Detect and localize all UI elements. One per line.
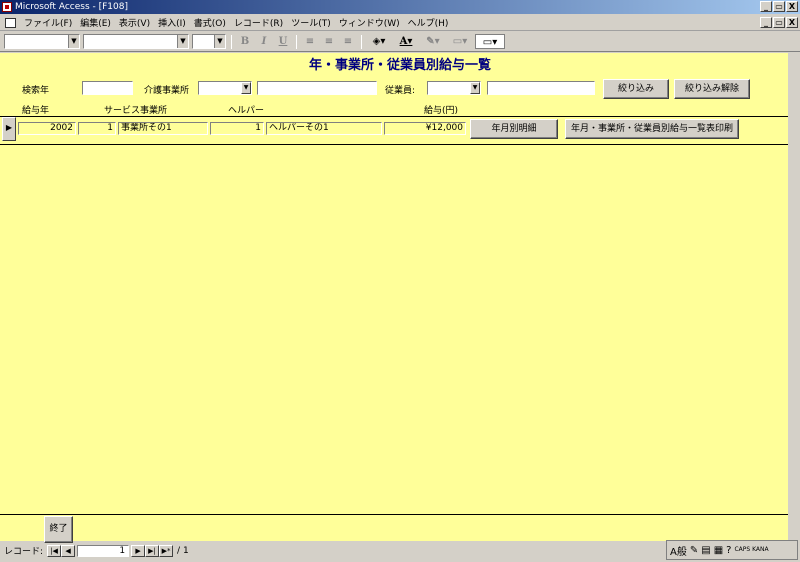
document-window-controls: _ ▭ X xyxy=(760,17,798,28)
employee-name-field[interactable] xyxy=(487,81,595,95)
access-app-icon xyxy=(2,2,12,12)
menu-tools[interactable]: ツール(T) xyxy=(287,16,335,29)
special-effect-icon[interactable]: ▭▾ xyxy=(475,34,505,49)
title-bar: Microsoft Access - [F108] _ ▭ X xyxy=(0,0,800,14)
menu-file[interactable]: ファイル(F) xyxy=(20,16,76,29)
window-title: Microsoft Access - [F108] xyxy=(15,2,128,12)
care-office-combo[interactable]: ▼ xyxy=(198,81,252,95)
office-no-cell[interactable]: 1 xyxy=(78,122,116,135)
doc-minimize-button[interactable]: _ xyxy=(760,17,772,28)
formatting-toolbar: ▼ ▼ ▼ B I U ≡ ≡ ≡ ◈▾ A▾ ✎▾ ▭▾ ▭▾ xyxy=(0,32,800,52)
record-selector[interactable]: ▶ xyxy=(2,117,16,141)
menu-view[interactable]: 表示(V) xyxy=(115,16,154,29)
caps-kana-indicator: CAPS KANA xyxy=(734,546,769,553)
ime-mode-indicator[interactable]: A般 xyxy=(670,543,687,558)
column-header-office: サービス事業所 xyxy=(104,106,168,116)
bold-button[interactable]: B xyxy=(237,34,253,49)
column-header-helper: ヘルパー xyxy=(228,106,265,116)
last-record-button[interactable]: ▶| xyxy=(145,544,160,557)
chevron-down-icon: ▼ xyxy=(177,35,188,48)
toolbar-separator xyxy=(231,34,232,49)
close-form-button[interactable]: 終了 xyxy=(44,516,73,543)
print-report-button[interactable]: 年月・事業所・従業員別給与一覧表印刷 xyxy=(565,119,739,139)
restore-button[interactable]: ▭ xyxy=(773,1,785,12)
minimize-button[interactable]: _ xyxy=(760,1,772,12)
ime-help-icon[interactable]: ? xyxy=(726,545,731,556)
chevron-down-icon: ▼ xyxy=(214,35,225,48)
clear-filter-button[interactable]: 絞り込み解除 xyxy=(674,79,750,99)
font-size-combo[interactable]: ▼ xyxy=(192,34,226,49)
next-record-button[interactable]: ▶ xyxy=(131,544,146,557)
menu-window[interactable]: ウィンドウ(W) xyxy=(335,16,404,29)
helper-no-cell[interactable]: 1 xyxy=(210,122,264,135)
ime-pad-icon[interactable]: ▦ xyxy=(714,545,723,556)
filter-button[interactable]: 絞り込み xyxy=(603,79,669,99)
vertical-scrollbar[interactable] xyxy=(788,53,800,541)
detail-bottom-border xyxy=(0,144,788,145)
italic-button[interactable]: I xyxy=(256,34,272,49)
fill-color-icon[interactable]: ◈▾ xyxy=(367,34,391,49)
align-left-icon[interactable]: ≡ xyxy=(302,34,318,49)
chevron-down-icon[interactable]: ▼ xyxy=(241,82,251,94)
employee-combo[interactable]: ▼ xyxy=(427,81,481,95)
new-record-button[interactable]: ▶* xyxy=(159,544,174,557)
doc-close-button[interactable]: X xyxy=(786,17,798,28)
chevron-down-icon[interactable]: ▼ xyxy=(470,82,480,94)
form-document-icon[interactable] xyxy=(5,17,16,28)
helper-name-cell[interactable]: ヘルパーその1 xyxy=(266,122,382,135)
care-office-label: 介護事業所 xyxy=(144,86,190,96)
doc-restore-button[interactable]: ▭ xyxy=(773,17,785,28)
care-office-name-field[interactable] xyxy=(257,81,377,95)
ime-toolbar: A般 ✎ ▤ ▦ ? CAPS KANA xyxy=(666,540,798,560)
column-header-year: 給与年 xyxy=(22,106,50,116)
object-combo[interactable]: ▼ xyxy=(4,34,80,49)
office-name-cell[interactable]: 事業所その1 xyxy=(118,122,208,135)
column-header-salary: 給与(円) xyxy=(424,106,459,116)
font-name-combo[interactable]: ▼ xyxy=(83,34,189,49)
window-controls: _ ▭ X xyxy=(760,1,798,12)
form-title: 年・事業所・従業員別給与一覧 xyxy=(308,58,491,73)
align-center-icon[interactable]: ≡ xyxy=(321,34,337,49)
border-width-icon[interactable]: ▭▾ xyxy=(448,34,472,49)
search-year-label: 検索年 xyxy=(22,86,50,96)
previous-record-button[interactable]: ◀ xyxy=(61,544,76,557)
ime-dictionary-icon[interactable]: ▤ xyxy=(701,545,710,556)
salary-year-cell[interactable]: 2002 xyxy=(18,122,76,135)
menu-format[interactable]: 書式(O) xyxy=(190,16,230,29)
search-year-input[interactable] xyxy=(82,81,133,95)
record-label: レコード: xyxy=(4,547,44,557)
first-record-button[interactable]: |◀ xyxy=(47,544,62,557)
menu-help[interactable]: ヘルプ(H) xyxy=(404,16,453,29)
current-record-input[interactable]: 1 xyxy=(77,544,130,557)
chevron-down-icon: ▼ xyxy=(68,35,79,48)
align-right-icon[interactable]: ≡ xyxy=(340,34,356,49)
footer-border xyxy=(0,514,788,515)
form-area: 年・事業所・従業員別給与一覧 検索年 介護事業所 ▼ 従業員: ▼ 絞り込み 絞… xyxy=(0,53,800,543)
underline-button[interactable]: U xyxy=(275,34,291,49)
menu-bar: ファイル(F) 編集(E) 表示(V) 挿入(I) 書式(O) レコード(R) … xyxy=(0,15,800,31)
salary-cell[interactable]: ¥12,000 xyxy=(384,122,466,135)
ime-tool-icon[interactable]: ✎ xyxy=(690,545,698,556)
close-button[interactable]: X xyxy=(786,1,798,12)
menu-records[interactable]: レコード(R) xyxy=(230,16,287,29)
detail-top-border xyxy=(0,116,788,117)
font-color-icon[interactable]: A▾ xyxy=(394,34,418,49)
toolbar-separator xyxy=(296,34,297,49)
toolbar-separator xyxy=(361,34,362,49)
menu-insert[interactable]: 挿入(I) xyxy=(154,16,190,29)
line-color-icon[interactable]: ✎▾ xyxy=(421,34,445,49)
monthly-detail-button[interactable]: 年月別明細 xyxy=(470,119,558,139)
employee-label: 従業員: xyxy=(385,86,416,96)
menu-edit[interactable]: 編集(E) xyxy=(76,16,115,29)
record-total: / 1 xyxy=(177,545,189,556)
